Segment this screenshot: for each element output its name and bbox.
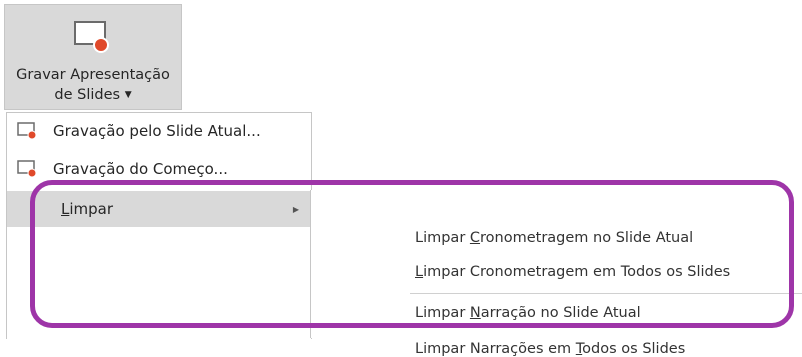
- submenu-item-rest: odos os Slides: [582, 341, 686, 357]
- highlight-annotation: [30, 180, 794, 328]
- record-from-beginning-icon: [17, 159, 39, 179]
- record-slideshow-button[interactable]: Gravar Apresentação de Slides ▼: [4, 4, 182, 110]
- submenu-item-prefix: Limpar Narrações em: [415, 341, 576, 357]
- menu-item-label: Gravação pelo Slide Atual...: [53, 122, 261, 140]
- record-slideshow-label-line2: de Slides: [54, 87, 121, 103]
- submenu-item-clear-narration-all[interactable]: Limpar Narrações em Todos os Slides: [415, 341, 685, 357]
- menu-item-label: Gravação do Começo...: [53, 160, 228, 178]
- record-from-current-icon: [17, 121, 39, 141]
- record-slideshow-icon: [73, 19, 113, 55]
- record-slideshow-label-line1: Gravar Apresentação: [16, 67, 170, 83]
- dropdown-caret-icon: ▼: [124, 90, 132, 100]
- record-slideshow-label: Gravar Apresentação de Slides ▼: [5, 65, 181, 105]
- menu-item-record-from-current[interactable]: Gravação pelo Slide Atual...: [7, 113, 311, 149]
